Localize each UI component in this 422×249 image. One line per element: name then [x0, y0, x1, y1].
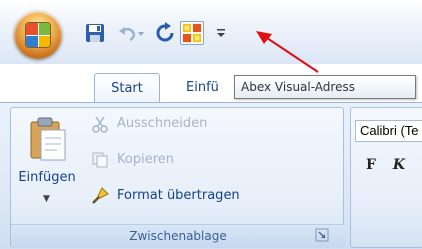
red-annotation-arrow — [256, 31, 319, 73]
scissors-icon — [92, 116, 108, 133]
format-painter-label: Format übertragen — [117, 188, 240, 203]
copy-label: Kopieren — [117, 152, 174, 167]
office-button[interactable] — [14, 11, 62, 59]
paste-clipboard-icon — [30, 117, 66, 161]
clipboard-group: Einfügen ▼ Ausschneiden Kopieren Format … — [10, 107, 345, 248]
dialog-launcher-icon[interactable] — [315, 228, 329, 242]
paste-label: Einfügen — [18, 170, 76, 185]
title-bar — [0, 0, 422, 64]
tab-einfuegen[interactable]: Einfü — [186, 73, 219, 103]
ribbon: Einfügen ▼ Ausschneiden Kopieren Format … — [0, 102, 422, 249]
office-logo-icon — [25, 22, 51, 48]
italic-button[interactable]: K — [389, 154, 409, 176]
customize-qat-icon[interactable] — [214, 22, 228, 44]
undo-icon[interactable] — [116, 22, 138, 44]
paste-button[interactable]: Einfügen ▼ — [17, 116, 77, 210]
cut-label: Ausschneiden — [117, 116, 208, 131]
tab-start[interactable]: Start — [94, 73, 160, 103]
font-group: Calibri (Te F K — [350, 107, 422, 248]
undo-dropdown-icon[interactable] — [136, 22, 146, 44]
redo-icon[interactable] — [154, 22, 176, 44]
save-icon[interactable] — [84, 22, 106, 44]
format-painter-icon — [92, 187, 109, 204]
font-name-input[interactable]: Calibri (Te — [355, 120, 422, 142]
tab-start-label: Start — [111, 81, 143, 96]
tab-einfuegen-label: Einfü — [186, 80, 219, 95]
clipboard-group-label: Zwischenablage — [11, 224, 345, 248]
paste-dropdown-icon[interactable]: ▼ — [43, 194, 50, 204]
tooltip: Abex Visual-Adress — [234, 75, 416, 99]
copy-icon — [92, 152, 108, 168]
bold-button[interactable]: F — [361, 154, 381, 176]
abex-visual-adress-icon[interactable] — [180, 21, 204, 45]
